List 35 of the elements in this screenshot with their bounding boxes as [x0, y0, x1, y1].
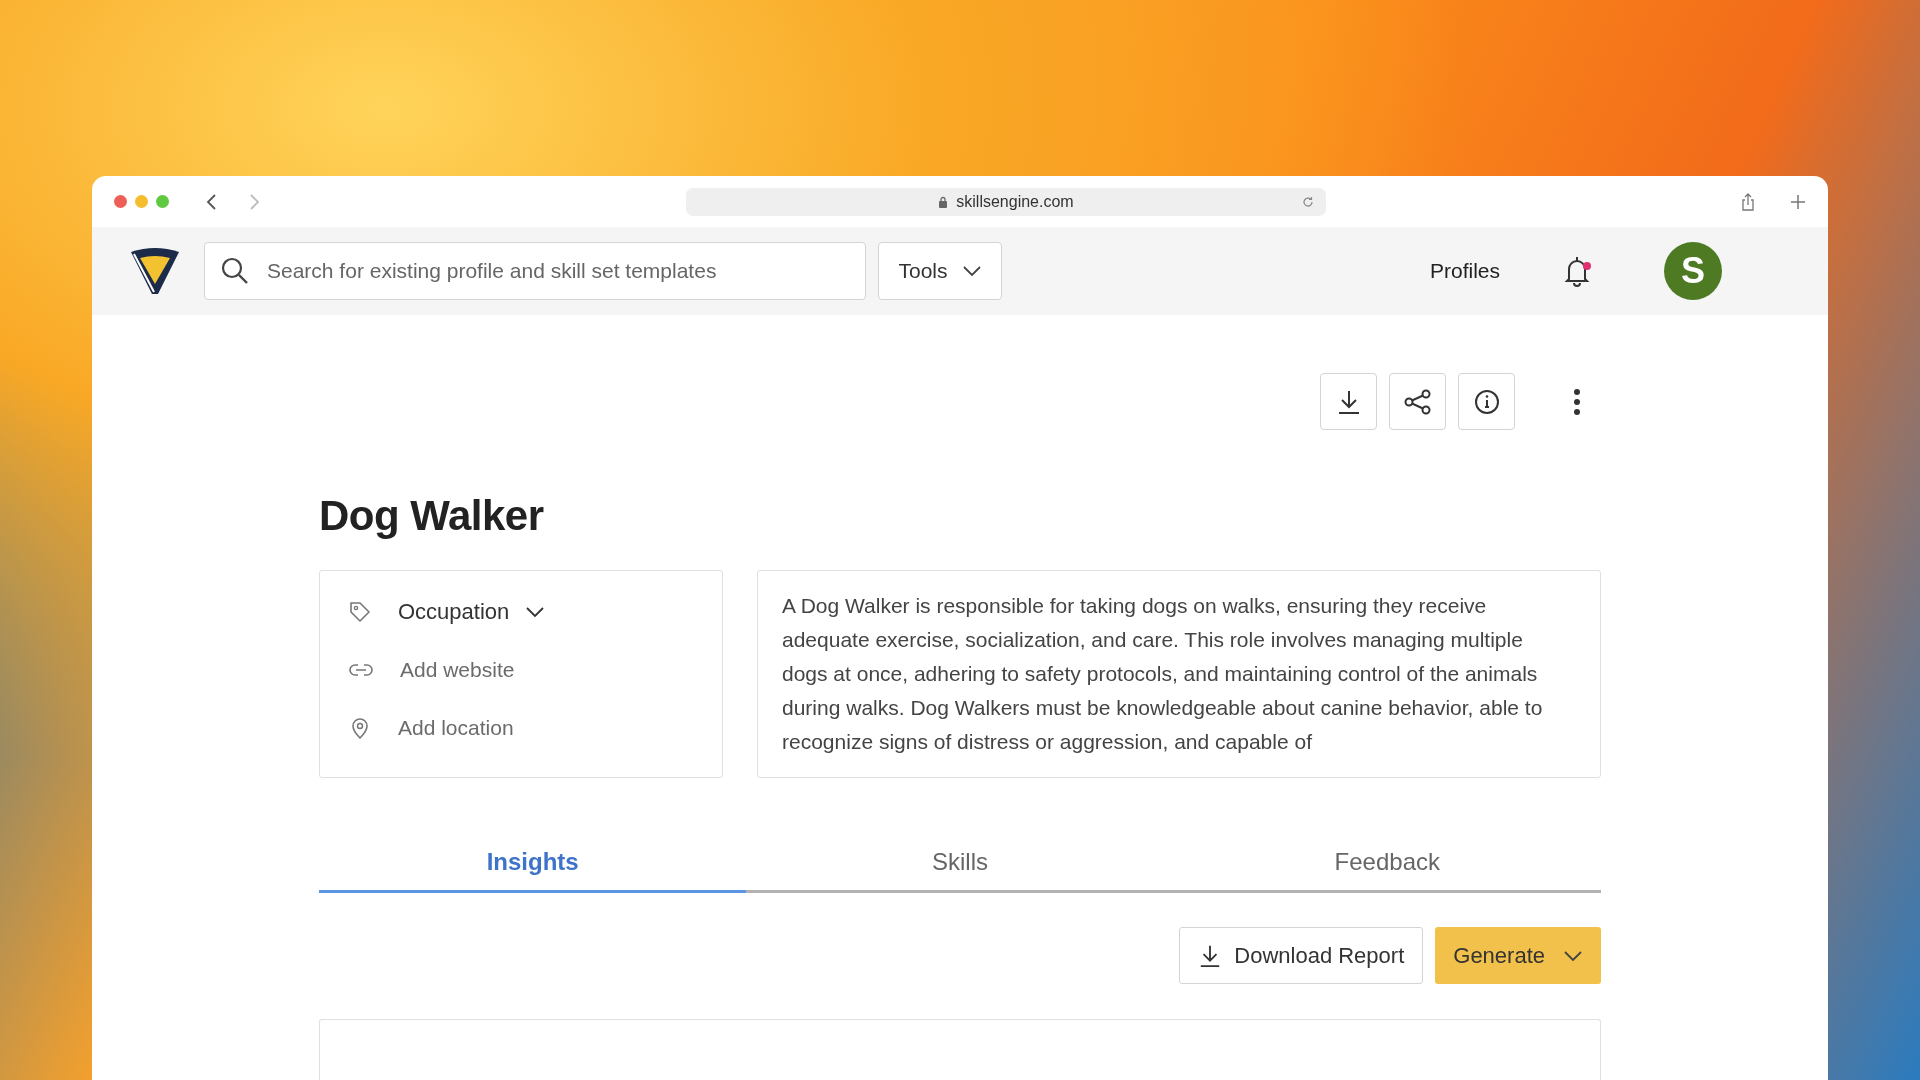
plus-icon[interactable] [1790, 193, 1806, 210]
tools-dropdown[interactable]: Tools [878, 242, 1002, 301]
share-icon[interactable] [1740, 192, 1756, 211]
reload-icon[interactable] [1302, 195, 1314, 208]
share-nodes-icon [1403, 388, 1432, 415]
tab[interactable]: Insights [319, 848, 747, 893]
url-text: skillsengine.com [956, 192, 1074, 211]
shield-logo-icon[interactable] [128, 246, 182, 297]
download-button[interactable] [1320, 373, 1377, 430]
tab[interactable]: Feedback [1173, 848, 1601, 893]
close-window-button[interactable] [114, 195, 127, 209]
search-field[interactable]: Search for existing profile and skill set templates [204, 242, 866, 301]
bell-icon [1562, 255, 1592, 288]
occupation-dropdown[interactable]: Occupation [398, 599, 546, 625]
chevron-down-icon [525, 606, 546, 618]
profiles-link[interactable]: Profiles [1429, 259, 1500, 284]
share-button[interactable] [1389, 373, 1446, 430]
kebab-menu-icon [1573, 388, 1581, 415]
back-icon[interactable] [205, 192, 219, 211]
chevron-down-icon [1563, 949, 1583, 962]
lock-icon [938, 195, 949, 208]
info-icon [1473, 388, 1500, 415]
website-link[interactable]: Add website [400, 658, 515, 682]
generate-dropdown-button[interactable]: Generate [1435, 927, 1601, 984]
address-bar[interactable]: skillsengine.com [686, 187, 1326, 216]
info-button[interactable] [1458, 373, 1515, 430]
tag-icon [348, 600, 372, 624]
download-report-button[interactable]: Download Report [1179, 927, 1424, 984]
location-link[interactable]: Add location [398, 716, 514, 740]
description-text: A Dog Walker is responsible for taking dogs on walks, ensuring they receive adequate exercise, socialization, and care. This role involves managing multiple dogs at once, adhering to safety protocols, and maintaining control of the animals during walks. Dog Walkers must be knowledgeable about canine behavior, able to recognize signs of distress or aggression, and capable of [782, 593, 1544, 755]
chevron-down-icon [961, 265, 982, 278]
user-avatar[interactable]: S [1664, 242, 1722, 301]
tab[interactable]: Skills [746, 848, 1174, 893]
notifications-button[interactable] [1562, 255, 1592, 288]
profile-title: Dog Walker [319, 492, 545, 540]
